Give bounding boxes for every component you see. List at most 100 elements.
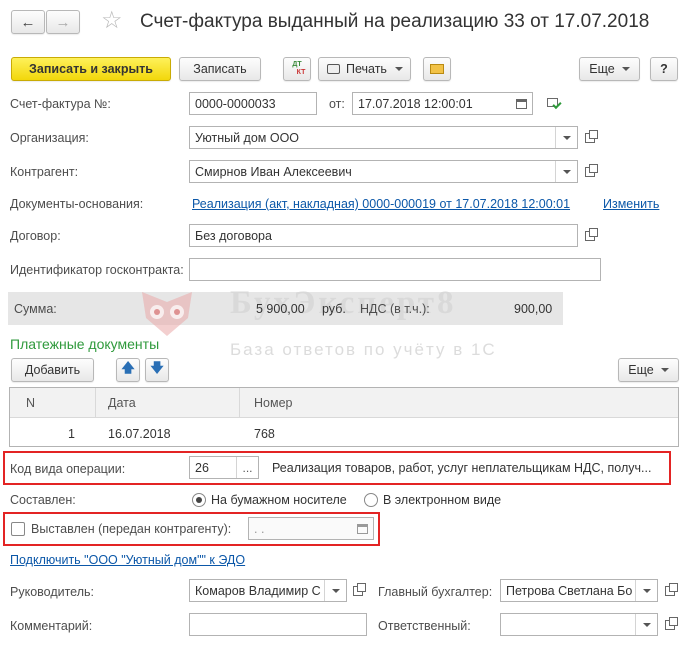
base-document-link[interactable]: Реализация (акт, накладная) 0000-000019 … [192, 197, 570, 211]
print-label: Печать [346, 62, 387, 76]
open-icon [585, 129, 598, 143]
dt-kt-button[interactable]: ДТ КТ [283, 57, 311, 81]
gov-contract-field[interactable] [189, 258, 601, 281]
sum-value: 5 900,00 [256, 302, 305, 316]
operation-code-field[interactable]: 26 ... [189, 456, 259, 479]
calendar-icon [356, 523, 368, 534]
operation-code-value: 26 [195, 460, 209, 475]
operation-code-description: Реализация товаров, работ, услуг неплате… [272, 461, 652, 475]
row-number: 768 [254, 427, 275, 441]
head-field[interactable]: Комаров Владимир С [189, 579, 347, 602]
back-button[interactable]: ← [11, 10, 45, 34]
print-button[interactable]: Печать [318, 57, 411, 81]
head-dropdown[interactable] [324, 580, 346, 601]
counterparty-open-button[interactable] [580, 160, 600, 183]
more-label: Еще [589, 62, 615, 76]
contract-label: Договор: [10, 229, 61, 243]
head-open-button[interactable] [348, 579, 368, 602]
counterparty-dropdown[interactable] [555, 161, 577, 182]
issued-label[interactable]: Выставлен (передан контрагенту): [31, 522, 231, 536]
payments-more-label: Еще [628, 363, 654, 377]
more-button[interactable]: Еще [579, 57, 640, 81]
add-payment-button[interactable]: Добавить [11, 358, 94, 382]
chevron-down-icon [621, 67, 630, 71]
operation-code-label: Код вида операции: [10, 462, 126, 476]
paper-radio[interactable] [192, 493, 206, 507]
responsible-dropdown[interactable] [635, 614, 657, 635]
responsible-field[interactable] [500, 613, 658, 636]
chevron-down-icon [562, 135, 571, 140]
counterparty-field[interactable]: Смирнов Иван Алексеевич [189, 160, 578, 183]
arrow-down-icon: 🡇 [150, 360, 164, 375]
calendar-button[interactable] [510, 93, 532, 114]
responsible-open-button[interactable] [660, 613, 680, 636]
move-up-button[interactable]: 🡅 [116, 358, 140, 382]
header-divider [239, 388, 240, 418]
issued-date-value: . . [254, 521, 265, 536]
base-documents-label: Документы-основания: [10, 197, 144, 211]
accountant-dropdown[interactable] [635, 580, 657, 601]
contract-value: Без договора [195, 228, 272, 243]
row-n: 1 [68, 427, 75, 441]
organization-dropdown[interactable] [555, 127, 577, 148]
watermark-owl-icon [138, 288, 196, 338]
responsible-label: Ответственный: [378, 619, 471, 633]
chevron-down-icon [660, 368, 669, 372]
paper-radio-label[interactable]: На бумажном носителе [211, 493, 347, 507]
head-value: Комаров Владимир С [195, 583, 321, 598]
accountant-value: Петрова Светлана Бо [506, 583, 633, 598]
sum-currency: руб. [322, 302, 346, 316]
issued-date-field[interactable]: . . [248, 517, 374, 540]
organization-value: Уютный дом ООО [195, 130, 300, 145]
composed-label: Составлен: [10, 493, 76, 507]
invoice-number-value: 0000-0000033 [195, 96, 276, 111]
issued-checkbox[interactable] [11, 522, 25, 536]
accountant-field[interactable]: Петрова Светлана Бо [500, 579, 658, 602]
open-icon [665, 616, 678, 630]
header-col-number[interactable]: Номер [254, 396, 292, 410]
dt-kt-icon-bottom: КТ [296, 69, 306, 76]
contract-open-button[interactable] [580, 224, 600, 247]
printer-icon [327, 64, 340, 74]
dt-kt-icon-top: ДТ [292, 61, 302, 68]
counterparty-value: Смирнов Иван Алексеевич [195, 164, 352, 179]
move-down-button[interactable]: 🡇 [145, 358, 169, 382]
date-field[interactable]: 17.07.2018 12:00:01 [352, 92, 533, 115]
comment-label: Комментарий: [10, 619, 93, 633]
calendar-button[interactable] [351, 518, 373, 539]
edo-connect-link[interactable]: Подключить "ООО "Уютный дом"" к ЭДО [10, 553, 245, 567]
arrow-up-icon: 🡅 [121, 360, 135, 375]
accountant-open-button[interactable] [660, 579, 680, 602]
organization-label: Организация: [10, 131, 89, 145]
change-link[interactable]: Изменить [603, 197, 659, 211]
header-col-n[interactable]: N [26, 396, 35, 410]
operation-code-select-button[interactable]: ... [236, 457, 258, 478]
header-divider [95, 388, 96, 418]
invoice-number-field[interactable]: 0000-0000033 [189, 92, 317, 115]
arrow-right-icon: → [55, 13, 71, 31]
electronic-radio[interactable] [364, 493, 378, 507]
envelope-icon [430, 64, 444, 74]
date-value: 17.07.2018 12:00:01 [358, 96, 473, 111]
comment-field[interactable] [189, 613, 367, 636]
help-button[interactable]: ? [650, 57, 678, 81]
email-button[interactable] [423, 57, 451, 81]
save-button[interactable]: Записать [179, 57, 261, 81]
accountant-label: Главный бухгалтер: [378, 585, 493, 599]
electronic-radio-label[interactable]: В электронном виде [383, 493, 501, 507]
star-icon[interactable]: ☆ [101, 6, 123, 35]
invoice-number-label: Счет-фактура №: [10, 97, 111, 111]
contract-field[interactable]: Без договора [189, 224, 578, 247]
counterparty-label: Контрагент: [10, 165, 79, 179]
table-row[interactable]: 1 16.07.2018 768 [10, 419, 678, 446]
head-label: Руководитель: [10, 585, 95, 599]
forward-button[interactable]: → [46, 10, 80, 34]
post-status-icon[interactable] [547, 97, 562, 110]
header-col-date[interactable]: Дата [108, 396, 136, 410]
gov-contract-label: Идентификатор госконтракта: [10, 263, 184, 277]
save-and-close-button[interactable]: Записать и закрыть [11, 57, 171, 81]
organization-open-button[interactable] [580, 126, 600, 149]
payments-more-button[interactable]: Еще [618, 358, 679, 382]
organization-field[interactable]: Уютный дом ООО [189, 126, 578, 149]
chevron-down-icon [394, 67, 403, 71]
